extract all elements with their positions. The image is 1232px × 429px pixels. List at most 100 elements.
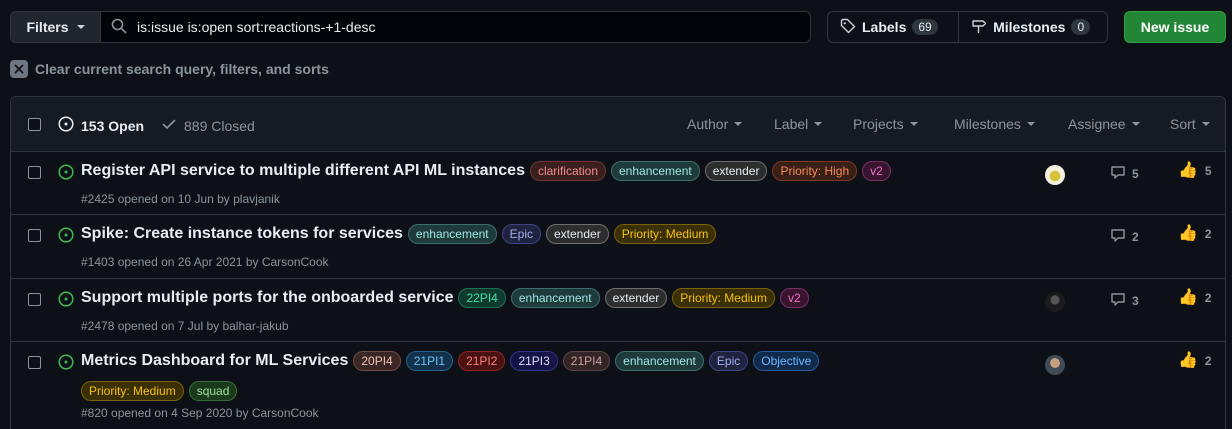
comment-count: 5 xyxy=(1132,166,1139,181)
issues-toolbar: Filters Labels 69 Milestones 0 New issue xyxy=(10,11,1226,43)
issue-opened-icon xyxy=(58,116,74,135)
chevron-down-icon xyxy=(909,122,918,126)
assignee-avatar[interactable] xyxy=(1045,165,1065,185)
issue-label[interactable]: Priority: High xyxy=(772,161,858,181)
filters-dropdown-button[interactable]: Filters xyxy=(11,12,101,42)
chevron-down-icon xyxy=(734,122,743,126)
issue-meta: #1403 opened on 26 Apr 2021 by CarsonCoo… xyxy=(81,255,329,269)
issue-row: Register API service to multiple differe… xyxy=(11,152,1225,215)
issue-label[interactable]: v2 xyxy=(862,161,891,181)
thumbs-up-icon: 👍 xyxy=(1178,162,1198,179)
issue-rows: Register API service to multiple differe… xyxy=(11,152,1225,429)
reaction-count: 2 xyxy=(1204,227,1212,241)
search-field[interactable] xyxy=(101,12,810,42)
issue-label[interactable]: enhancement xyxy=(510,288,600,308)
issue-meta: #2478 opened on 7 Jul by balhar-jakub xyxy=(81,319,289,333)
reaction-count: 2 xyxy=(1204,291,1212,305)
issue-label[interactable]: 21PI2 xyxy=(458,351,506,371)
open-issues-tab[interactable]: 153 Open xyxy=(58,116,144,135)
issue-label[interactable]: Priority: Medium xyxy=(81,381,184,401)
issue-checkbox[interactable] xyxy=(28,229,41,242)
issue-opened-icon xyxy=(58,354,74,373)
select-all-checkbox[interactable] xyxy=(28,118,41,131)
reaction-count: 5 xyxy=(1204,164,1212,178)
comments-link[interactable]: 2 xyxy=(1110,227,1139,246)
search-icon xyxy=(111,18,127,37)
issue-label[interactable]: Priority: Medium xyxy=(613,224,717,244)
thumbs-up-reactions: 👍 2 xyxy=(1178,352,1212,370)
milestones-button[interactable]: Milestones 0 xyxy=(958,12,1107,42)
issue-title-link[interactable]: Support multiple ports for the onboarded… xyxy=(81,289,453,307)
milestones-count-badge: 0 xyxy=(1071,19,1091,35)
milestones-filter-label: Milestones xyxy=(954,116,1021,132)
milestones-label: Milestones xyxy=(993,19,1066,35)
open-count-label: 153 Open xyxy=(81,117,145,134)
sort-filter[interactable]: Sort xyxy=(1170,116,1210,132)
issue-label[interactable]: Objective xyxy=(753,351,820,371)
issue-label[interactable]: enhancement xyxy=(407,224,497,244)
chevron-down-icon xyxy=(1131,122,1140,126)
issue-label[interactable]: v2 xyxy=(779,288,809,308)
milestones-filter[interactable]: Milestones xyxy=(954,116,1035,132)
issue-checkbox[interactable] xyxy=(28,356,41,369)
issue-label[interactable]: Priority: Medium xyxy=(672,288,775,308)
issue-label[interactable]: 21PI3 xyxy=(510,351,558,371)
clear-filters-link[interactable]: Clear current search query, filters, and… xyxy=(10,60,329,78)
comments-link[interactable]: 5 xyxy=(1110,164,1139,183)
issue-title-link[interactable]: Register API service to multiple differe… xyxy=(81,162,525,180)
sort-filter-label: Sort xyxy=(1170,116,1196,132)
issue-row: Support multiple ports for the onboarded… xyxy=(11,279,1225,342)
issue-label[interactable]: enhancement xyxy=(615,351,704,371)
issue-row: Spike: Create instance tokens for servic… xyxy=(11,215,1225,279)
projects-filter[interactable]: Projects xyxy=(853,116,918,132)
author-filter[interactable]: Author xyxy=(687,116,743,132)
issue-checkbox[interactable] xyxy=(28,293,41,306)
tag-icon xyxy=(840,18,856,37)
chevron-down-icon xyxy=(1201,122,1210,126)
issue-row: Metrics Dashboard for ML Services 20PI4 21… xyxy=(11,342,1225,429)
issue-label[interactable]: Epic xyxy=(501,224,541,244)
check-icon xyxy=(161,116,177,135)
issue-label[interactable]: 22PI4 xyxy=(458,288,506,308)
issue-checkbox[interactable] xyxy=(28,166,41,179)
labels-button[interactable]: Labels 69 xyxy=(828,12,958,42)
clear-filters-label: Clear current search query, filters, and… xyxy=(35,61,329,77)
closed-issues-tab[interactable]: 889 Closed xyxy=(161,116,255,135)
issue-title-line: Support multiple ports for the onboarded… xyxy=(81,288,981,308)
issue-label[interactable]: extender xyxy=(704,161,768,181)
issue-label[interactable]: enhancement xyxy=(611,161,700,181)
issue-meta: #820 opened on 4 Sep 2020 by CarsonCook xyxy=(81,406,319,420)
comment-count: 2 xyxy=(1132,229,1139,244)
issues-list-header: 153 Open 889 Closed Author Label Project… xyxy=(11,97,1225,152)
assignee-avatar[interactable] xyxy=(1045,355,1065,375)
assignee-filter[interactable]: Assignee xyxy=(1068,116,1140,132)
new-issue-button[interactable]: New issue xyxy=(1124,11,1226,43)
filters-label: Filters xyxy=(26,19,69,35)
issue-opened-icon xyxy=(58,164,74,183)
issue-label[interactable]: 21PI4 xyxy=(562,351,611,371)
assignee-avatar[interactable] xyxy=(1045,292,1065,312)
issue-label[interactable]: clarification xyxy=(529,161,606,181)
issue-label[interactable]: Epic xyxy=(708,351,749,371)
thumbs-up-reactions: 👍 5 xyxy=(1178,162,1212,180)
thumbs-up-icon: 👍 xyxy=(1178,225,1198,242)
closed-count-label: 889 Closed xyxy=(184,117,255,134)
thumbs-up-reactions: 👍 2 xyxy=(1178,289,1212,307)
issue-title-link[interactable]: Spike: Create instance tokens for servic… xyxy=(81,225,403,243)
issue-title-line: Metrics Dashboard for ML Services 20PI4 21… xyxy=(81,351,981,401)
author-filter-label: Author xyxy=(687,116,729,132)
comments-link[interactable]: 3 xyxy=(1110,291,1139,310)
issue-label[interactable]: 20PI4 xyxy=(353,351,401,371)
milestone-icon xyxy=(971,18,987,37)
issue-opened-icon xyxy=(58,227,74,246)
issue-title-link[interactable]: Metrics Dashboard for ML Services xyxy=(81,352,348,370)
issue-label[interactable]: squad xyxy=(188,381,238,401)
label-filter[interactable]: Label xyxy=(774,116,823,132)
thumbs-up-reactions: 👍 2 xyxy=(1178,225,1212,243)
search-input[interactable] xyxy=(137,19,787,35)
issue-label[interactable]: extender xyxy=(604,288,668,308)
issue-label[interactable]: extender xyxy=(546,224,609,244)
labels-label: Labels xyxy=(862,19,907,35)
label-filter-label: Label xyxy=(774,116,809,132)
issue-label[interactable]: 21PI1 xyxy=(405,351,454,371)
